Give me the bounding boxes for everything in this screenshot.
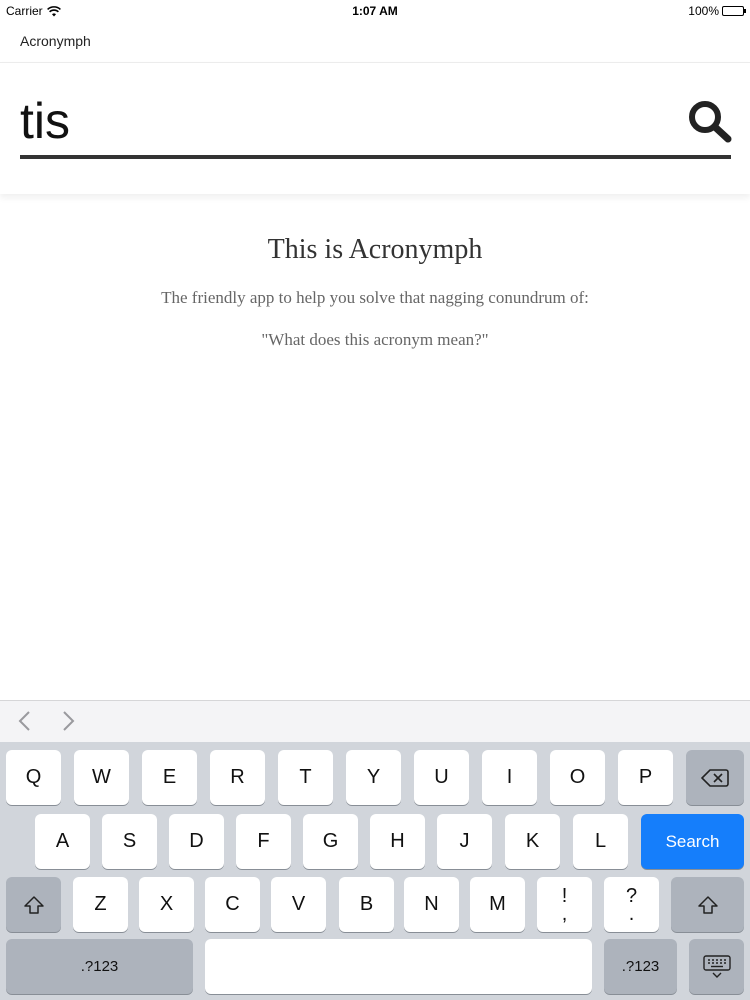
- key-period-label: .: [628, 902, 635, 925]
- key-r[interactable]: R: [210, 750, 265, 805]
- key-l[interactable]: L: [573, 814, 628, 869]
- battery-percent: 100%: [688, 4, 719, 18]
- key-v[interactable]: V: [271, 877, 326, 932]
- key-s[interactable]: S: [102, 814, 157, 869]
- key-k[interactable]: K: [505, 814, 560, 869]
- next-field-button[interactable]: [52, 705, 84, 737]
- search-icon: [689, 101, 732, 143]
- key-b[interactable]: B: [339, 877, 394, 932]
- key-t[interactable]: T: [278, 750, 333, 805]
- key-y[interactable]: Y: [346, 750, 401, 805]
- key-o[interactable]: O: [550, 750, 605, 805]
- numbers-key-right[interactable]: .?123: [604, 939, 677, 994]
- key-w[interactable]: W: [74, 750, 129, 805]
- backspace-icon: [701, 768, 729, 787]
- key-exclaim-label: !: [561, 884, 568, 907]
- key-g[interactable]: G: [303, 814, 358, 869]
- search-button[interactable]: [686, 99, 734, 143]
- key-f[interactable]: F: [236, 814, 291, 869]
- key-m[interactable]: M: [470, 877, 525, 932]
- key-j[interactable]: J: [437, 814, 492, 869]
- shift-key-right[interactable]: [671, 877, 744, 932]
- search-key[interactable]: Search: [641, 814, 744, 869]
- key-p[interactable]: P: [618, 750, 673, 805]
- key-question-label: ?: [625, 884, 638, 907]
- key-u[interactable]: U: [414, 750, 469, 805]
- key-question-period[interactable]: ?.: [604, 877, 659, 932]
- app-title: Acronymph: [20, 33, 91, 49]
- search-card: [0, 62, 750, 194]
- key-d[interactable]: D: [169, 814, 224, 869]
- intro-heading: This is Acronymph: [267, 234, 483, 265]
- intro-quote: "What does this acronym mean?": [261, 330, 489, 349]
- space-bar[interactable]: [205, 939, 592, 994]
- key-comma-label: ,: [561, 902, 568, 925]
- shift-icon: [23, 895, 44, 914]
- intro-text: The friendly app to help you solve that …: [161, 288, 589, 307]
- key-n[interactable]: N: [404, 877, 459, 932]
- key-i[interactable]: I: [482, 750, 537, 805]
- key-z[interactable]: Z: [73, 877, 128, 932]
- intro-section: This is Acronymph The friendly app to he…: [0, 232, 750, 352]
- key-h[interactable]: H: [370, 814, 425, 869]
- key-a[interactable]: A: [35, 814, 90, 869]
- key-x[interactable]: X: [139, 877, 194, 932]
- backspace-key[interactable]: [686, 750, 744, 805]
- key-c[interactable]: C: [205, 877, 260, 932]
- shift-icon: [697, 895, 718, 914]
- battery-icon: [722, 6, 746, 16]
- key-exclaim-comma[interactable]: !,: [537, 877, 592, 932]
- previous-field-button[interactable]: [9, 705, 41, 737]
- key-e[interactable]: E: [142, 750, 197, 805]
- chevron-right-icon: [63, 711, 75, 731]
- search-underline: [20, 155, 731, 159]
- hide-keyboard-key[interactable]: [689, 939, 744, 994]
- keyboard-dismiss-icon: [702, 954, 731, 978]
- search-input[interactable]: [20, 89, 660, 153]
- shift-key-left[interactable]: [6, 877, 61, 932]
- on-screen-keyboard: Q W E R T Y U I O P A S D F G H J K L Se…: [0, 742, 750, 1000]
- keyboard-accessory-bar: [0, 700, 750, 742]
- chevron-left-icon: [18, 711, 30, 731]
- battery-indicator: 100%: [688, 4, 746, 18]
- status-time: 1:07 AM: [352, 4, 398, 18]
- key-q[interactable]: Q: [6, 750, 61, 805]
- numbers-key-left[interactable]: .?123: [6, 939, 193, 994]
- status-bar: Carrier 1:07 AM 100%: [0, 0, 750, 22]
